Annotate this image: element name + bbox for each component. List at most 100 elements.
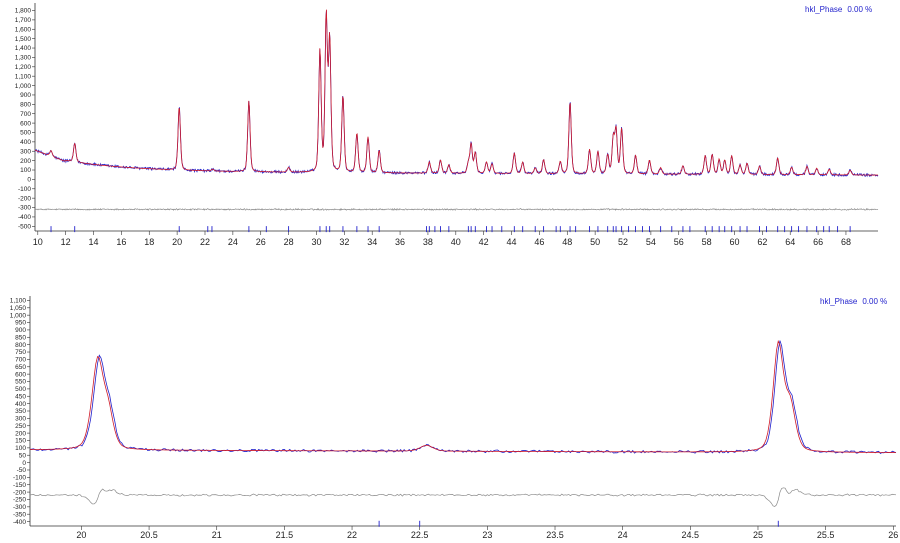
x-tick-label: 28 xyxy=(284,237,294,247)
legend-phase-name: hkl_Phase xyxy=(805,5,843,14)
y-tick-label: 0 xyxy=(27,177,31,184)
y-tick-label: 1,200 xyxy=(15,64,32,71)
x-tick-label: 25 xyxy=(753,530,763,540)
y-tick-label: 900 xyxy=(20,92,31,99)
y-tick-label: -350 xyxy=(13,511,26,518)
y-tick-label: 0 xyxy=(22,460,26,467)
y-tick-label: 750 xyxy=(15,349,26,356)
legend-phase-percent: 0.00 % xyxy=(862,297,887,306)
x-tick-label: 18 xyxy=(144,237,154,247)
y-tick-label: -100 xyxy=(18,186,31,193)
rietveld-refinement-view: -500 -400 -300 -200 -100 0 100 200 300 400 500 600 7… xyxy=(0,0,900,543)
y-tick-label: 700 xyxy=(15,357,26,364)
x-tick-label: 48 xyxy=(562,237,572,247)
y-tick-label: 550 xyxy=(15,379,26,386)
plots-canvas: -500-400-300-200-10001002003004005006007… xyxy=(10,3,898,540)
x-tick-label: 40 xyxy=(451,237,461,247)
y-tick-label: -300 xyxy=(18,205,31,212)
x-tick-label: 60 xyxy=(729,237,739,247)
x-tick-label: 21.5 xyxy=(276,530,294,540)
x-tick-label: 12 xyxy=(61,237,71,247)
observed-curve xyxy=(29,340,897,455)
x-tick-label: 42 xyxy=(479,237,489,247)
legend-entry: hkl_Phase 0.00 % xyxy=(820,297,887,306)
y-tick-label: 850 xyxy=(15,334,26,341)
y-tick-label: -100 xyxy=(13,475,26,482)
y-tick-label: 1,100 xyxy=(10,298,27,305)
calculated-curve xyxy=(29,339,897,453)
y-tick-label: 1,500 xyxy=(15,36,32,43)
y-tick-label: 900 xyxy=(15,327,26,334)
x-tick-label: 58 xyxy=(702,237,712,247)
y-tick-label: 1,800 xyxy=(15,8,32,15)
x-tick-label: 34 xyxy=(367,237,377,247)
full-pattern-chart: -500 -400 -300 -200 -100 0 100 200 300 400 500 600 7… xyxy=(15,3,879,247)
y-tick-label: -150 xyxy=(13,482,26,489)
difference-curve xyxy=(34,207,879,212)
y-tick-label: 1,400 xyxy=(15,45,32,52)
y-tick-label: 300 xyxy=(15,416,26,423)
x-tick-label: 62 xyxy=(757,237,767,247)
x-tick-label: 24 xyxy=(618,530,628,540)
x-tick-label: 23.5 xyxy=(546,530,564,540)
x-tick-label: 10 xyxy=(33,237,43,247)
y-tick-label: -500 xyxy=(18,224,31,231)
x-tick-label: 20 xyxy=(172,237,182,247)
y-tick-label: 600 xyxy=(15,371,26,378)
y-tick-label: 400 xyxy=(20,139,31,146)
y-tick-label: 800 xyxy=(15,342,26,349)
x-tick-label: 30 xyxy=(311,237,321,247)
x-tick-label: 36 xyxy=(395,237,405,247)
x-tick-label: 24 xyxy=(228,237,238,247)
y-tick-label: 700 xyxy=(20,111,31,118)
y-tick-label: 250 xyxy=(15,423,26,430)
x-tick-label: 25.5 xyxy=(817,530,835,540)
y-tick-label: -400 xyxy=(13,519,26,526)
y-tick-label: 1,100 xyxy=(15,73,32,80)
y-tick-label: -50 xyxy=(17,467,27,474)
y-tick-label: 1,000 xyxy=(10,312,27,319)
y-tick-label: 500 xyxy=(15,386,26,393)
x-tick-label: 22.5 xyxy=(411,530,429,540)
y-tick-label: 150 xyxy=(15,438,26,445)
x-tick-label: 14 xyxy=(89,237,99,247)
x-tick-label: 22 xyxy=(347,530,357,540)
y-tick-label: -400 xyxy=(18,214,31,221)
y-tick-label: 200 xyxy=(20,158,31,165)
x-tick-label: 68 xyxy=(841,237,851,247)
x-tick-label: 24.5 xyxy=(682,530,700,540)
y-tick-label: 1,600 xyxy=(15,26,32,33)
x-tick-label: 26 xyxy=(888,530,898,540)
x-tick-label: 22 xyxy=(200,237,210,247)
y-tick-label: -200 xyxy=(18,195,31,202)
observed-curve xyxy=(34,10,879,178)
x-tick-label: 64 xyxy=(785,237,795,247)
x-tick-label: 20 xyxy=(76,530,86,540)
zoom-pattern-chart: -400-350-300-250-200-150-100-50050100150… xyxy=(10,296,898,540)
y-tick-label: -300 xyxy=(13,504,26,511)
y-tick-label: 1,000 xyxy=(15,83,32,90)
y-tick-label: 300 xyxy=(20,148,31,155)
y-tick-label: 1,050 xyxy=(10,305,27,312)
x-tick-label: 23 xyxy=(482,530,492,540)
x-tick-label: 50 xyxy=(590,237,600,247)
x-tick-label: 16 xyxy=(116,237,126,247)
x-tick-label: 56 xyxy=(674,237,684,247)
y-tick-label: 1,300 xyxy=(15,55,32,62)
difference-curve xyxy=(29,487,897,507)
y-tick-label: 600 xyxy=(20,120,31,127)
x-tick-label: 32 xyxy=(339,237,349,247)
x-tick-label: 26 xyxy=(256,237,266,247)
y-tick-label: 50 xyxy=(19,452,27,459)
y-tick-label: 950 xyxy=(15,320,26,327)
y-tick-label: 450 xyxy=(15,393,26,400)
y-tick-label: 800 xyxy=(20,102,31,109)
x-tick-label: 21 xyxy=(212,530,222,540)
y-tick-label: 350 xyxy=(15,408,26,415)
y-tick-label: -200 xyxy=(13,489,26,496)
y-tick-label: 100 xyxy=(15,445,26,452)
y-tick-label: 200 xyxy=(15,430,26,437)
x-tick-label: 66 xyxy=(813,237,823,247)
x-tick-label: 38 xyxy=(423,237,433,247)
x-tick-label: 54 xyxy=(646,237,656,247)
